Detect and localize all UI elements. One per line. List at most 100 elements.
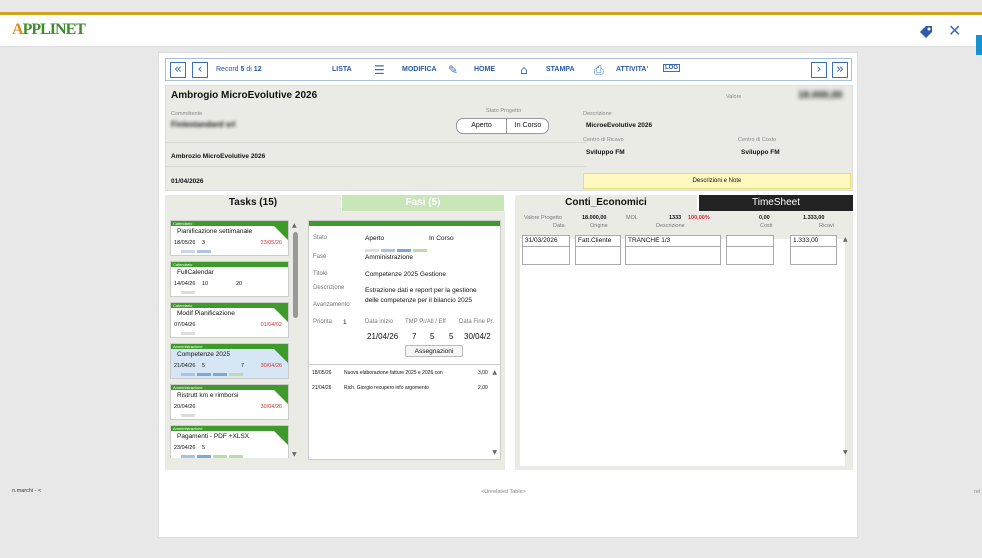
task-progress-bars [181, 250, 271, 253]
descrizioni-note-button[interactable]: Descrizioni e Note [583, 173, 851, 189]
fase-header-bar [309, 221, 500, 226]
priorita-label: Priorita [313, 319, 333, 325]
centro-costo-value: Sviluppo FM [741, 149, 780, 156]
tab-tasks[interactable]: Tasks (15) [165, 195, 341, 211]
task-progress-bars [181, 291, 271, 294]
tmp-allocato: 5 [430, 332, 435, 341]
task-date: 23/04/26 [174, 445, 196, 451]
data-fine-value: 30/04/2 [464, 332, 491, 341]
row-data[interactable]: 31/03/2026 [522, 235, 570, 247]
printer-icon[interactable]: ⎙ [594, 63, 604, 77]
col-data: Data [553, 223, 565, 229]
task-card[interactable]: Calendario FullCalendar 14/04/26 10 20 [170, 261, 289, 297]
activity-scroll-up-icon[interactable]: ▲ [492, 369, 497, 376]
project-date: 01/04/2026 [171, 178, 204, 185]
last-record-button[interactable]: » [832, 62, 848, 78]
activity-scroll-down-icon[interactable]: ▼ [492, 449, 497, 456]
task-deadline: 01/04/02 [260, 322, 282, 328]
task-card[interactable]: Calendario Pianificazione settimanale 18… [170, 220, 289, 256]
tasks-pane: Calendario Pianificazione settimanale 18… [165, 211, 505, 470]
pencil-icon[interactable]: ✎ [448, 63, 458, 77]
centro-costo-label: Centro di Costo [738, 137, 777, 143]
row-data-ext[interactable] [522, 247, 570, 265]
tab-timesheet[interactable]: TimeSheet [699, 195, 853, 211]
first-record-button[interactable]: « [170, 62, 186, 78]
divider [309, 364, 500, 365]
tab-fasi[interactable]: Fasi (5) [342, 195, 504, 211]
centro-ricavo-label: Centro di Ricavo [583, 137, 624, 143]
task-card[interactable]: Calendario Modif Pianificazione 07/04/26… [170, 302, 289, 338]
next-record-button[interactable]: › [811, 62, 827, 78]
scroll-thumb[interactable] [293, 232, 298, 318]
row-ricavi-ext[interactable] [790, 247, 837, 265]
tab-conti-economici[interactable]: Conti_Economici [515, 195, 697, 211]
assegnazioni-button[interactable]: Assegnazioni [405, 345, 463, 357]
task-name: Pagamenti - PDF +XLSX [177, 433, 250, 440]
project-name: Ambrozio MicroEvolutive 2026 [171, 153, 266, 160]
fase-stato-b[interactable]: In Corso [429, 235, 454, 242]
prev-record-button[interactable]: ‹ [192, 62, 208, 78]
divider [166, 142, 586, 143]
mol-percent: 100,00% [688, 215, 710, 221]
task-hours-2: 20 [236, 281, 243, 287]
task-hours-2: 7 [241, 363, 245, 369]
task-category: Calendario [171, 262, 288, 267]
stato-toggle[interactable]: Aperto In Corso [456, 118, 549, 134]
row-descrizione-ext[interactable] [625, 247, 721, 265]
task-category: Calendario [171, 221, 288, 226]
titolo-value: Competenze 2025 Gestione [365, 271, 446, 278]
user-label: n.marchi - < [12, 488, 42, 494]
conti-scroll-up-icon[interactable]: ▲ [843, 236, 848, 243]
row-origine-ext[interactable] [575, 247, 621, 265]
task-card[interactable]: Amministrazione Pagamenti - PDF +XLSX 23… [170, 425, 289, 458]
tmp-previsto: 7 [412, 332, 417, 341]
task-progress-bars [181, 455, 271, 458]
task-hours: 5 [202, 445, 206, 451]
stato-aperto[interactable]: Aperto [457, 119, 507, 133]
ricavi-total: 1.333,00 [803, 215, 825, 221]
valore-progetto-label: Valore Progetto [524, 215, 562, 221]
right-tabs: Conti_Economici TimeSheet [515, 195, 853, 211]
committente-label: Committente [171, 111, 203, 117]
fase-stato-a[interactable]: Aperto [365, 235, 384, 242]
descrizione-value: MicroeEvolutive 2026 [586, 122, 653, 129]
activity-date: 18/05/26 [312, 370, 332, 376]
task-deadline: 30/04/26 [260, 404, 282, 410]
row-ricavi[interactable]: 1.333,00 [790, 235, 837, 247]
conti-scroll-down-icon[interactable]: ▼ [843, 449, 848, 456]
task-list-scrollbar[interactable]: ▲ ▼ [292, 222, 299, 458]
attivita-button[interactable]: ATTIVITA' [616, 66, 648, 73]
task-list: Calendario Pianificazione settimanale 18… [170, 220, 291, 458]
task-category: Amministrazione [171, 344, 288, 349]
divider [166, 166, 586, 167]
record-navbar: « ‹ Record 5 di 12 LISTA ☰ MODIFICA ✎ HO… [165, 58, 852, 81]
task-hours: 5 [202, 363, 206, 369]
scroll-up-icon[interactable]: ▲ [292, 222, 297, 229]
costi-total: 0,00 [759, 215, 770, 221]
mol-label: MOL [626, 215, 638, 221]
home-icon[interactable]: ⌂ [520, 63, 528, 77]
home-button[interactable]: HOME [474, 66, 495, 73]
task-progress-bars [181, 414, 271, 417]
log-button[interactable]: LOG [663, 64, 680, 72]
tag-icon[interactable] [918, 24, 934, 40]
task-date: 14/04/26 [174, 281, 196, 287]
task-category: Calendario [171, 303, 288, 308]
scroll-down-icon[interactable]: ▼ [292, 451, 297, 458]
row-origine[interactable]: Fatt.Cliente [575, 235, 621, 247]
list-icon[interactable]: ☰ [374, 63, 385, 77]
task-name: FullCalendar [177, 269, 214, 276]
row-costi[interactable] [726, 235, 774, 247]
stampa-button[interactable]: STAMPA [546, 66, 575, 73]
lista-button[interactable]: LISTA [332, 66, 352, 73]
task-name: Ristrutt km e rimborsi [177, 392, 239, 399]
stato-in-corso[interactable]: In Corso [507, 119, 549, 133]
row-descrizione[interactable]: TRANCHE 1/3 [625, 235, 721, 247]
row-costi-ext[interactable] [726, 247, 774, 265]
task-card-selected[interactable]: Amministrazione Competenze 2025 21/04/26… [170, 343, 289, 379]
close-icon[interactable]: ✕ [948, 21, 961, 40]
descrizione-line1: Estrazione dati e report per la gestione [365, 287, 477, 294]
modifica-button[interactable]: MODIFICA [402, 66, 437, 73]
task-card[interactable]: Amministrazione Ristrutt km e rimborsi 2… [170, 384, 289, 420]
task-date: 21/04/26 [174, 363, 196, 369]
